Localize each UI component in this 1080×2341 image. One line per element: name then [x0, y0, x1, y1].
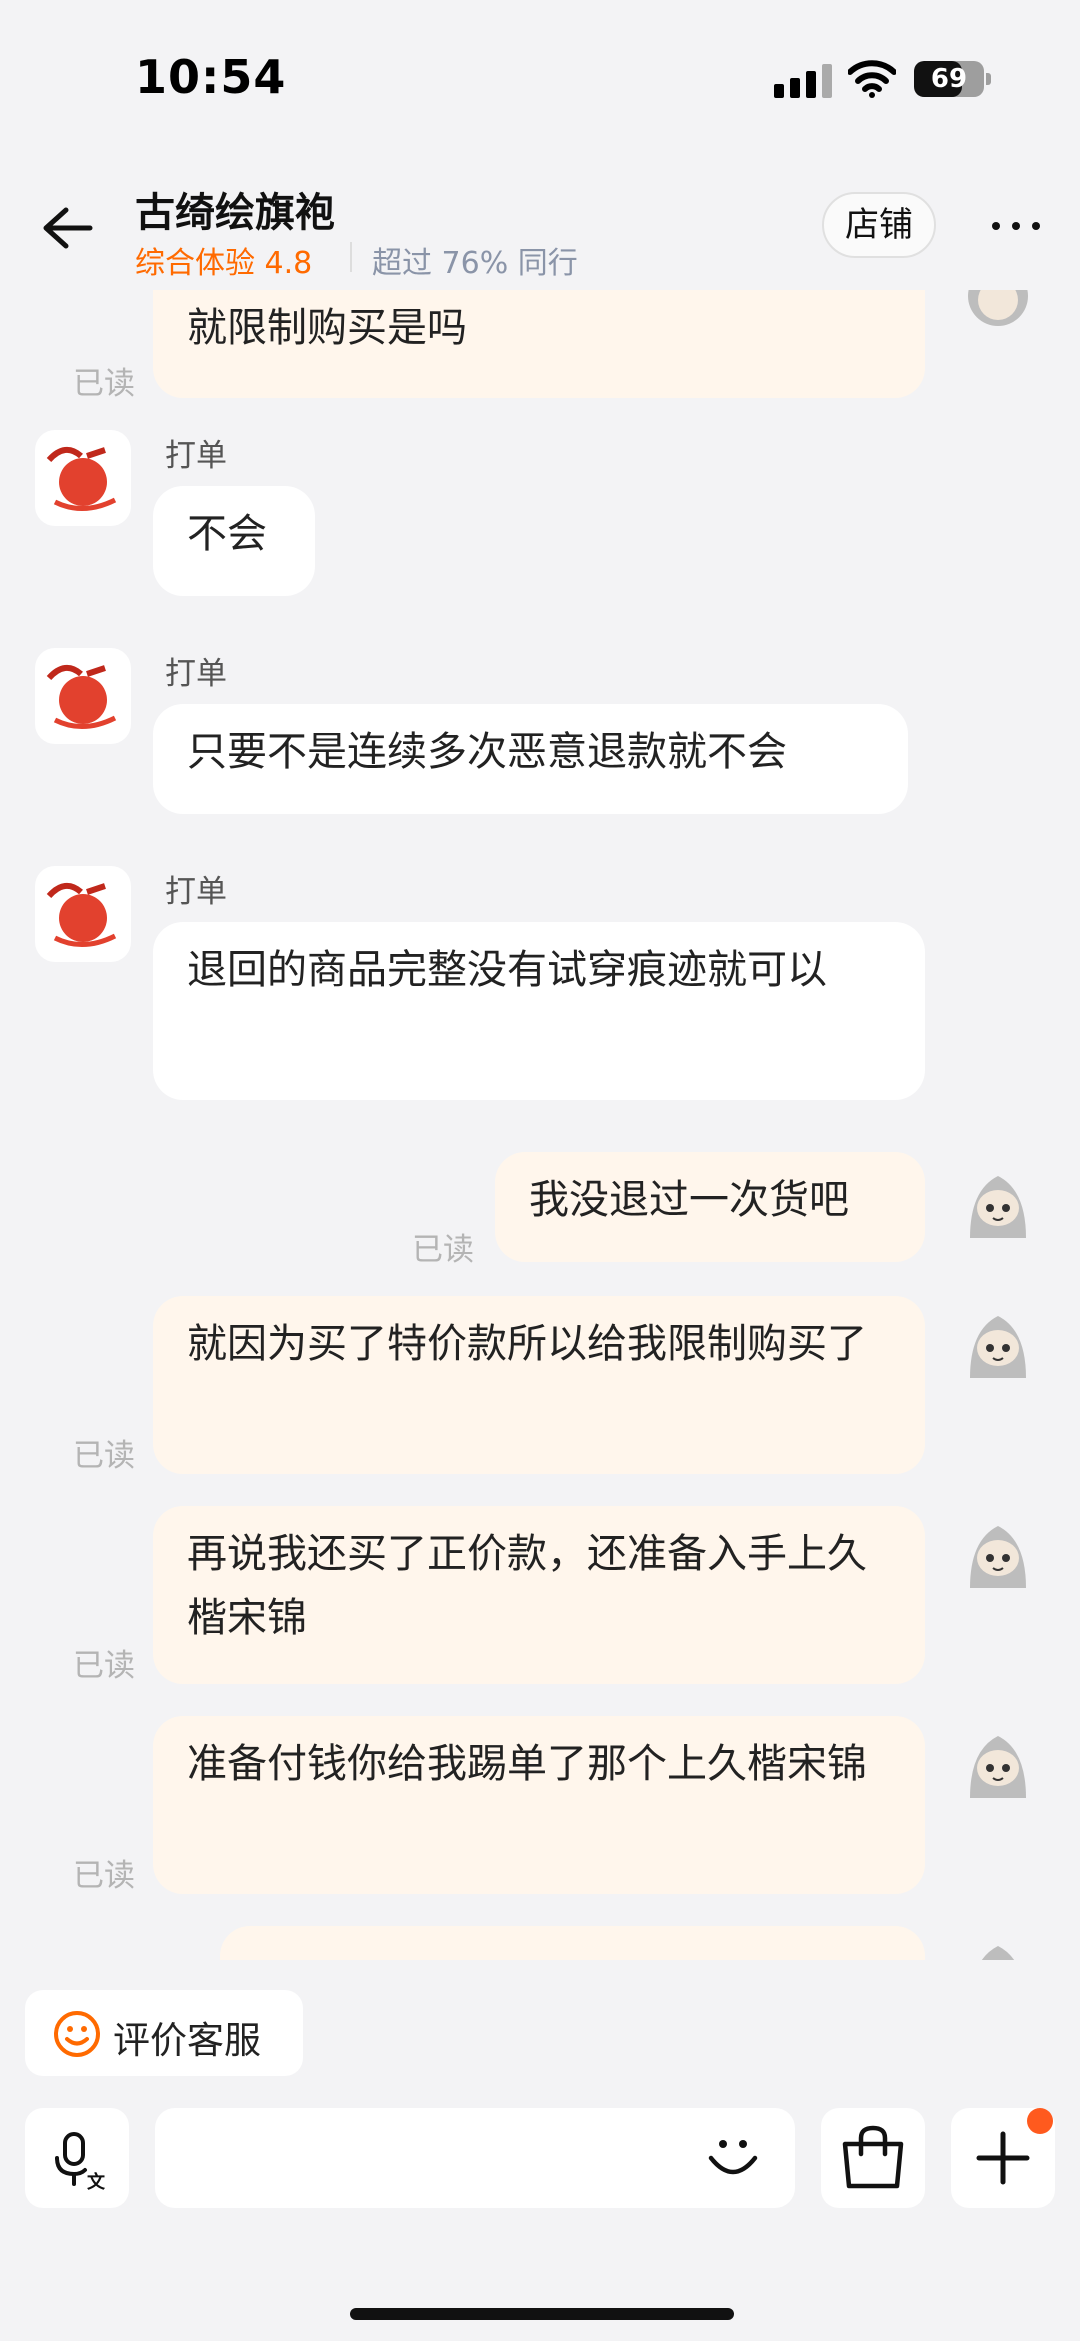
user-avatar — [962, 1938, 1034, 1960]
sender-name: 打单 — [165, 438, 227, 474]
user-avatar — [962, 1308, 1034, 1380]
message-text: 只要不是连续多次恶意退款就不会 — [187, 729, 787, 775]
shop-avatar[interactable] — [35, 430, 131, 526]
message-text: 就因为买了特价款所以给我限制购买了 — [187, 1321, 867, 1367]
more-icon[interactable] — [988, 216, 1044, 236]
message-bubble[interactable]: 不会 — [153, 486, 315, 596]
emoji-icon[interactable] — [703, 2130, 763, 2186]
read-receipt: 已读 — [412, 1232, 474, 1268]
read-receipt: 已读 — [73, 1438, 135, 1474]
chat-area[interactable]: 就限制购买是吗 已读 打单 不会 打单 只要不是连续多次恶意退款就不会 打单 退… — [0, 290, 1080, 1960]
message-bubble[interactable]: 只要不是连续多次恶意退款就不会 — [153, 704, 908, 814]
battery-level: 69 — [930, 64, 968, 94]
status-time: 10:54 — [135, 50, 287, 104]
user-avatar — [962, 1168, 1034, 1240]
message-text: 不会 — [187, 511, 267, 557]
back-arrow-icon[interactable] — [40, 206, 94, 250]
shop-avatar[interactable] — [35, 648, 131, 744]
user-avatar — [962, 1518, 1034, 1590]
store-button[interactable]: 店铺 — [822, 192, 936, 258]
chat-header: 古绮绘旗袍 综合体验 4.8 超过 76% 同行 店铺 — [0, 160, 1080, 290]
battery-indicator: 69 — [914, 61, 984, 97]
read-receipt: 已读 — [73, 366, 135, 402]
message-bubble[interactable]: 我没退过一次货吧 — [495, 1152, 925, 1262]
voice-translate-icon: 文 — [55, 2132, 106, 2193]
peer-comparison: 超过 76% 同行 — [372, 246, 578, 281]
message-text: 就限制购买是吗 — [187, 305, 467, 351]
shop-avatar[interactable] — [35, 866, 131, 962]
rate-service-label: 评价客服 — [113, 2019, 261, 2062]
message-text: 再说我还买了正价款，还准备入手上久楷宋锦 — [187, 1531, 867, 1641]
read-receipt: 已读 — [73, 1648, 135, 1684]
rate-service-button[interactable]: 评价客服 — [25, 1990, 303, 2076]
message-input[interactable] — [155, 2108, 795, 2208]
message-bubble[interactable]: 再说我还买了正价款，还准备入手上久楷宋锦 — [153, 1506, 925, 1684]
shopping-bag-icon — [842, 2125, 904, 2189]
message-bubble[interactable]: 退回的商品完整没有试穿痕迹就可以 — [153, 922, 925, 1100]
wifi-icon — [848, 60, 896, 98]
user-avatar — [962, 290, 1034, 332]
cellular-signal-icon — [774, 62, 834, 98]
message-bubble[interactable]: 就因为买了特价款所以给我限制购买了 — [153, 1296, 925, 1474]
smiley-icon — [54, 2011, 100, 2057]
home-indicator[interactable] — [350, 2308, 734, 2320]
message-bubble-partial[interactable]: 就限制购买是吗 — [153, 290, 925, 398]
svg-text:文: 文 — [87, 2171, 106, 2193]
message-bubble[interactable]: 准备付钱你给我踢单了那个上久楷宋锦 — [153, 1716, 925, 1894]
voice-translate-button[interactable]: 文 — [25, 2108, 129, 2208]
shopping-bag-button[interactable] — [821, 2108, 925, 2208]
message-text: 退回的商品完整没有试穿痕迹就可以 — [187, 947, 827, 993]
user-avatar — [962, 1728, 1034, 1800]
sender-name: 打单 — [165, 874, 227, 910]
sender-name: 打单 — [165, 656, 227, 692]
message-text: 准备付钱你给我踢单了那个上久楷宋锦 — [187, 1741, 867, 1787]
message-bubble-partial[interactable] — [220, 1926, 925, 1960]
shop-name[interactable]: 古绮绘旗袍 — [135, 180, 335, 238]
battery-tip — [986, 73, 991, 85]
read-receipt: 已读 — [73, 1858, 135, 1894]
divider — [350, 242, 352, 272]
notification-badge — [1027, 2108, 1053, 2134]
message-text: 我没退过一次货吧 — [529, 1177, 849, 1223]
experience-rating: 综合体验 4.8 — [135, 246, 313, 281]
